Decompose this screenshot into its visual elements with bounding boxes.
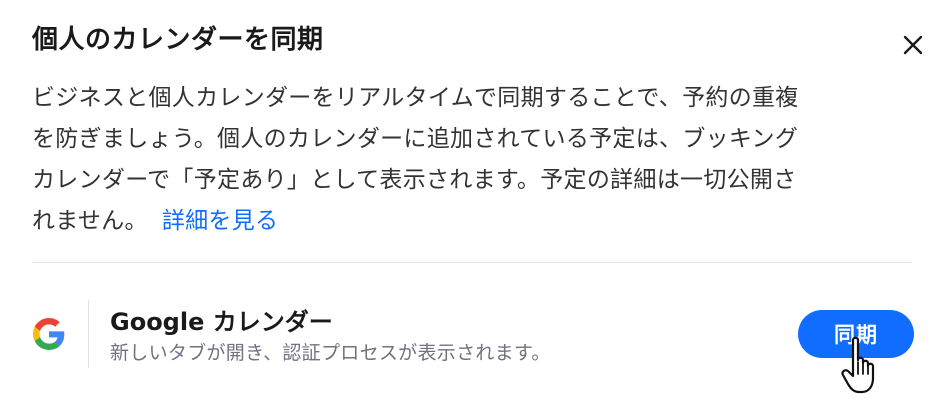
sync-calendar-dialog: 個人のカレンダーを同期 ビジネスと個人カレンダーをリアルタイムで同期することで、… (0, 0, 944, 406)
vertical-separator (88, 300, 89, 368)
description-line: を防ぎましょう。個人のカレンダーに追加されている予定は、ブッキング (32, 126, 799, 152)
description-line: れません。 (32, 208, 148, 234)
description-line: カレンダーで「予定あり」として表示されます。予定の詳細は一切公開さ (32, 167, 797, 193)
google-logo-icon (33, 318, 65, 350)
close-button[interactable] (896, 28, 930, 62)
description-line-last: れません。 詳細を見る (32, 201, 892, 242)
description-line: ビジネスと個人カレンダーをリアルタイムで同期することで、予約の重複 (32, 85, 799, 111)
dialog-title: 個人のカレンダーを同期 (32, 25, 324, 55)
dialog-description: ビジネスと個人カレンダーをリアルタイムで同期することで、予約の重複 を防ぎましょ… (32, 78, 892, 242)
close-icon (903, 35, 923, 55)
section-divider (32, 262, 912, 263)
google-calendar-subtitle: 新しいタブが開き、認証プロセスが表示されます。 (110, 342, 551, 364)
sync-button[interactable]: 同期 (798, 310, 914, 358)
google-calendar-title: Google カレンダー (110, 308, 333, 336)
learn-more-link[interactable]: 詳細を見る (162, 208, 279, 234)
